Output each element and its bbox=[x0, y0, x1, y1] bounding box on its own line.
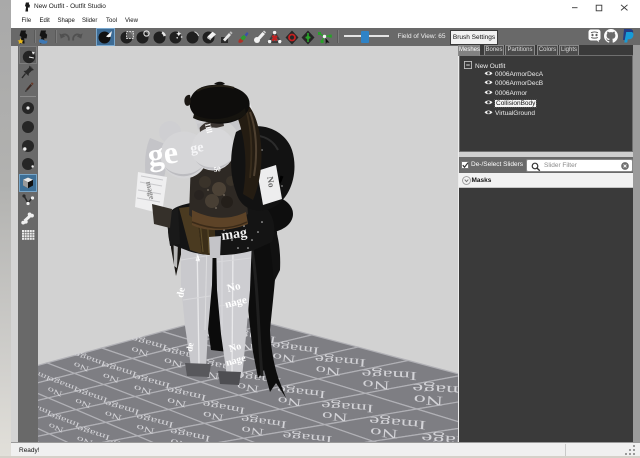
svg-text:ge: ge bbox=[189, 140, 204, 157]
svg-text:No: No bbox=[265, 176, 277, 189]
svg-text:de: de bbox=[184, 342, 195, 353]
svg-text:ge: ge bbox=[145, 134, 179, 173]
